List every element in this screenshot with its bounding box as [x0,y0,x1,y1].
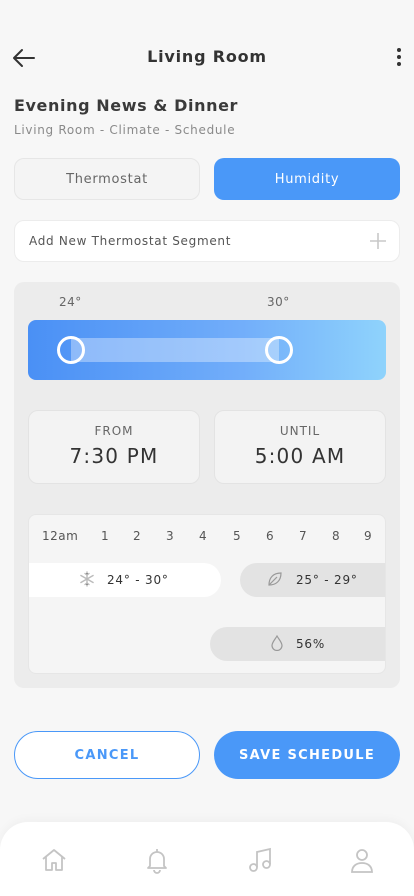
bottom-nav [0,822,414,896]
leaf-icon [266,570,284,591]
hour-label: 1 [101,529,110,543]
range-min-label: 24° [59,295,82,309]
range-max-label: 30° [267,295,290,309]
schedule-subtitle: Living Room - Climate - Schedule [14,123,236,137]
plus-icon[interactable] [369,232,387,250]
more-options-icon[interactable] [389,45,409,71]
climate-segment-label: 24° - 30° [107,573,169,587]
schedule-timeline[interactable]: 12am 1 2 3 4 5 6 7 8 9 24° - 30° 25° - 2… [28,514,386,674]
droplet-icon [270,634,284,654]
from-time-card[interactable]: FROM 7:30 PM [28,410,200,484]
range-fill [71,338,279,362]
add-segment-label: Add New Thermostat Segment [29,234,232,248]
range-min-handle[interactable] [57,336,85,364]
tab-humidity[interactable]: Humidity [214,158,400,200]
climate-segment[interactable]: 24° - 30° [29,563,221,597]
hour-label: 2 [133,529,142,543]
hour-label: 3 [166,529,175,543]
until-time-value: 5:00 AM [254,444,346,468]
eco-segment[interactable]: 25° - 29° [240,563,385,597]
hour-label: 8 [332,529,341,543]
hour-label: 4 [199,529,208,543]
until-caption: UNTIL [279,424,321,438]
hour-label: 9 [364,529,373,543]
home-icon[interactable] [40,846,68,874]
from-caption: FROM [94,424,134,438]
hour-label: 5 [233,529,242,543]
schedule-title: Evening News & Dinner [14,96,239,115]
range-max-handle[interactable] [265,336,293,364]
from-time-value: 7:30 PM [69,444,159,468]
page-title: Living Room [147,47,267,66]
hour-label: 7 [299,529,308,543]
cancel-button[interactable]: CANCEL [14,731,200,779]
until-time-card[interactable]: UNTIL 5:00 AM [214,410,386,484]
bell-icon[interactable] [143,846,171,874]
tab-thermostat[interactable]: Thermostat [14,158,200,200]
humidity-segment-label: 56% [296,637,326,651]
user-icon[interactable] [348,846,376,874]
temperature-range-slider[interactable] [28,320,386,380]
eco-segment-label: 25° - 29° [296,573,358,587]
save-schedule-button[interactable]: SAVE SCHEDULE [214,731,400,779]
add-segment-row[interactable]: Add New Thermostat Segment [14,220,400,262]
hour-label: 12am [42,529,79,543]
music-icon[interactable] [246,846,274,874]
snowflake-icon [79,570,95,590]
humidity-segment[interactable]: 56% [210,627,385,661]
hour-label: 6 [266,529,275,543]
